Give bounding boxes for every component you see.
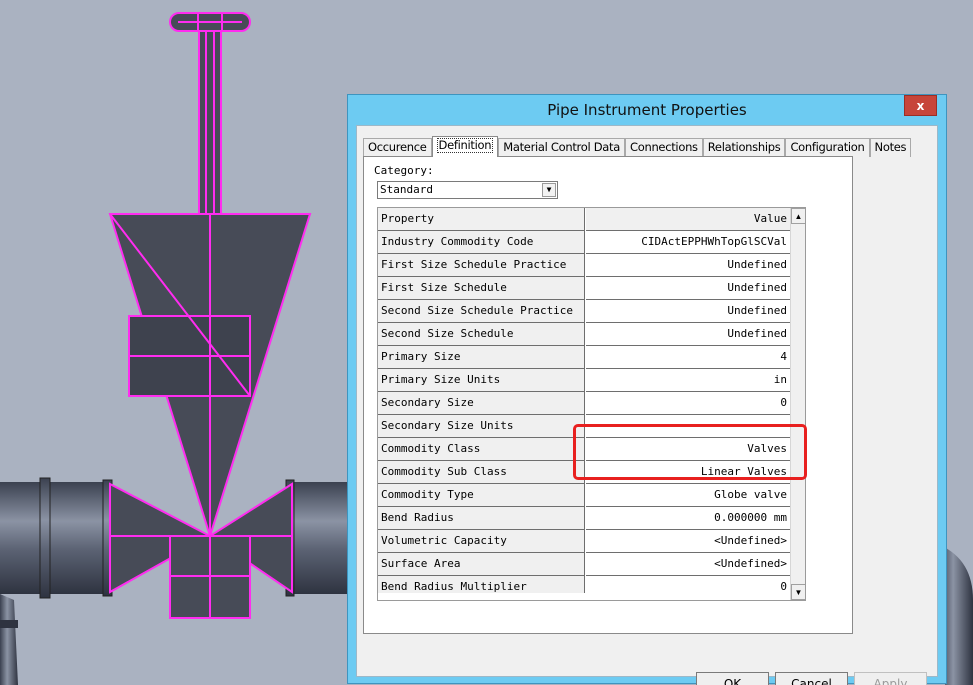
table-row[interactable]: Secondary Size Units [378, 415, 790, 438]
property-value[interactable]: Undefined [586, 277, 790, 300]
property-name: Commodity Type [378, 484, 585, 507]
value-column-header: Value [586, 208, 790, 231]
category-select[interactable]: Standard ▼ [377, 181, 558, 199]
property-name: First Size Schedule Practice [378, 254, 585, 277]
table-row[interactable]: Commodity Class Valves [378, 438, 790, 461]
definition-panel: Category: Standard ▼ Property Value Indu… [363, 156, 853, 634]
property-name: Industry Commodity Code [378, 231, 585, 254]
property-name: Surface Area [378, 553, 585, 576]
property-name: Commodity Class [378, 438, 585, 461]
table-row[interactable]: Commodity Sub Class Linear Valves [378, 461, 790, 484]
property-value[interactable]: <Undefined> [586, 530, 790, 553]
property-name: Bend Radius [378, 507, 585, 530]
scroll-down-arrow-icon[interactable]: ▼ [791, 584, 805, 600]
tab-occurence[interactable]: Occurence [363, 138, 432, 157]
title-bar[interactable]: Pipe Instrument Properties x [348, 95, 946, 125]
table-row[interactable]: First Size Schedule Practice Undefined [378, 254, 790, 277]
tab-label: Relationships [707, 140, 781, 154]
property-name: Secondary Size Units [378, 415, 585, 438]
valve-body[interactable] [108, 213, 312, 619]
table-row[interactable]: Primary Size Units in [378, 369, 790, 392]
tab-relationships[interactable]: Relationships [702, 138, 786, 157]
tab-strip: Occurence Definition Material Control Da… [363, 136, 912, 157]
tab-definition[interactable]: Definition [431, 136, 499, 157]
scroll-up-arrow-icon[interactable]: ▲ [791, 208, 805, 224]
table-row[interactable]: First Size Schedule Undefined [378, 277, 790, 300]
dropdown-arrow-icon[interactable]: ▼ [542, 183, 556, 197]
category-label: Category: [374, 164, 434, 177]
tab-label: Notes [874, 140, 907, 154]
property-name: First Size Schedule [378, 277, 585, 300]
dialog-client-area: Occurence Definition Material Control Da… [356, 125, 938, 685]
property-column-header: Property [378, 208, 585, 231]
property-value[interactable] [586, 415, 790, 438]
category-value: Standard [380, 183, 433, 196]
apply-button[interactable]: Apply [854, 672, 927, 685]
tab-connections[interactable]: Connections [624, 138, 703, 157]
vertical-scrollbar[interactable]: ▲ ▼ [790, 208, 805, 600]
table-row[interactable]: Bend Radius Multiplier 0 [378, 576, 790, 599]
property-value[interactable]: CIDActEPPHWhTopGlSCVal [586, 231, 790, 254]
pipe-instrument-properties-dialog: Pipe Instrument Properties x Occurence D… [347, 94, 947, 685]
valve-stem[interactable] [169, 12, 251, 215]
tab-label: Material Control Data [503, 140, 620, 154]
property-name: Bend Radius Multiplier [378, 576, 585, 593]
close-button[interactable]: x [904, 95, 937, 116]
tab-notes[interactable]: Notes [869, 138, 912, 157]
property-grid: Property Value Industry Commodity Code CI… [377, 207, 806, 601]
tab-material-control-data[interactable]: Material Control Data [498, 138, 625, 157]
table-row[interactable]: Second Size Schedule Undefined [378, 323, 790, 346]
close-icon: x [916, 98, 925, 113]
property-value[interactable]: Undefined [586, 323, 790, 346]
tab-label: Configuration [790, 140, 865, 154]
property-value[interactable]: Valves [586, 438, 790, 461]
property-name: Second Size Schedule Practice [378, 300, 585, 323]
table-row[interactable]: Bend Radius 0.000000 mm [378, 507, 790, 530]
table-row[interactable]: Primary Size 4 [378, 346, 790, 369]
property-value[interactable]: Undefined [586, 300, 790, 323]
tab-label: Definition [436, 138, 494, 153]
property-name: Secondary Size [378, 392, 585, 415]
tab-label: Occurence [368, 140, 427, 154]
property-value[interactable]: 0 [586, 392, 790, 415]
property-value[interactable]: Globe valve [586, 484, 790, 507]
table-row[interactable]: Surface Area <Undefined> [378, 553, 790, 576]
table-row[interactable]: Industry Commodity Code CIDActEPPHWhTopGl… [378, 231, 790, 254]
table-row[interactable]: Secondary Size 0 [378, 392, 790, 415]
property-name: Primary Size Units [378, 369, 585, 392]
tab-configuration[interactable]: Configuration [785, 138, 870, 157]
property-name: Primary Size [378, 346, 585, 369]
property-value[interactable]: in [586, 369, 790, 392]
property-name: Volumetric Capacity [378, 530, 585, 553]
table-row[interactable]: Volumetric Capacity <Undefined> [378, 530, 790, 553]
property-value[interactable]: 0.000000 mm [586, 507, 790, 530]
grid-header-row: Property Value [378, 208, 790, 231]
property-value[interactable]: Undefined [586, 254, 790, 277]
property-value[interactable]: Linear Valves [586, 461, 790, 484]
dialog-title: Pipe Instrument Properties [547, 101, 747, 119]
property-value[interactable]: 4 [586, 346, 790, 369]
ok-button[interactable]: OK [696, 672, 769, 685]
left-pipe [0, 477, 113, 685]
property-value[interactable]: <Undefined> [586, 553, 790, 576]
cancel-button[interactable]: Cancel [775, 672, 848, 685]
table-row[interactable]: Second Size Schedule Practice Undefined [378, 300, 790, 323]
table-row[interactable]: Commodity Type Globe valve [378, 484, 790, 507]
property-name: Second Size Schedule [378, 323, 585, 346]
tab-label: Connections [629, 140, 698, 154]
property-name: Commodity Sub Class [378, 461, 585, 484]
property-value[interactable]: 0 [586, 576, 790, 593]
